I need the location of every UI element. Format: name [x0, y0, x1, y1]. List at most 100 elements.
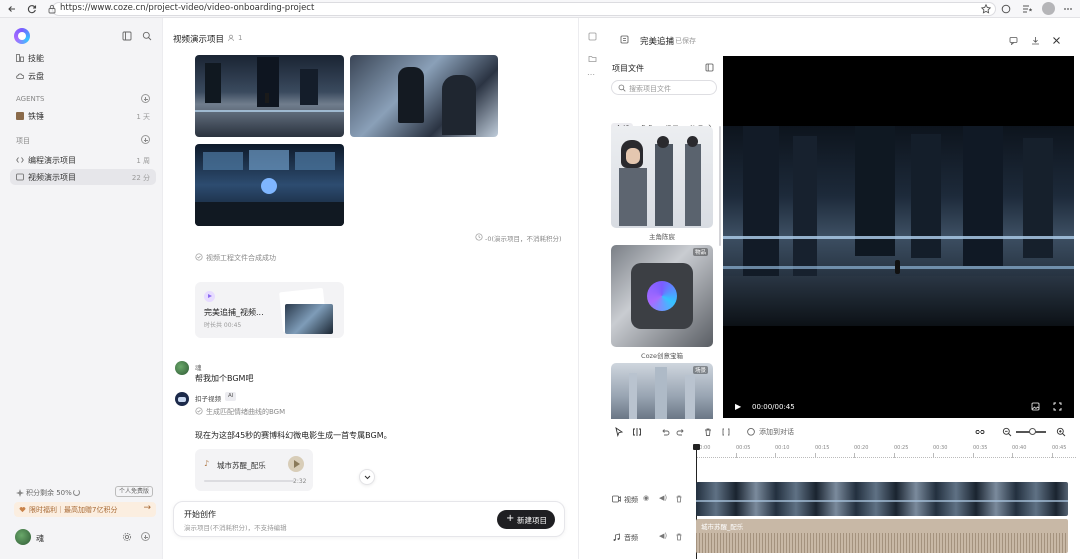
- video-time: 00:00/00:45: [752, 403, 795, 411]
- ruler-tick-label: 00:30: [933, 445, 948, 451]
- music-card[interactable]: ♪ 城市苏醒_配乐 2:32: [195, 449, 313, 491]
- new-project-button[interactable]: + 新建项目: [497, 510, 555, 529]
- more-icon[interactable]: [1062, 3, 1074, 15]
- sidebar-item-meta: 1 天: [136, 112, 150, 121]
- crop-icon[interactable]: [721, 427, 731, 437]
- members-icon: [228, 34, 234, 42]
- scroll-down-button[interactable]: [359, 469, 375, 485]
- composer[interactable]: 开始创作 演示项目(不消耗积分)，不支持编辑 + 新建项目: [173, 501, 565, 537]
- ruler-tick-label: 00:20: [854, 445, 869, 451]
- undo-icon[interactable]: [660, 427, 670, 437]
- sidebar-item-project-video[interactable]: 视频演示项目 22 分: [10, 169, 156, 185]
- eye-icon[interactable]: ◉: [643, 494, 649, 502]
- audio-delete-icon[interactable]: [675, 533, 683, 541]
- promo-banner[interactable]: 限时福利｜最高加赠7亿积分 →: [14, 502, 156, 517]
- audio-clip[interactable]: 城市苏醒_配乐: [696, 519, 1068, 553]
- music-duration: 2:32: [293, 478, 307, 485]
- asset-card-1[interactable]: [611, 126, 713, 228]
- timeline-ruler[interactable]: 00:00 00:05 00:10 00:15 00:20 00:25 00:30 00:35…: [696, 444, 1076, 458]
- video-file-card[interactable]: 完美追捕_视频... 时长共 00:45: [195, 282, 344, 338]
- files-scrollbar[interactable]: [719, 126, 721, 246]
- volume-icon[interactable]: ◀): [659, 494, 667, 502]
- extension-icon[interactable]: [1000, 3, 1012, 15]
- personal-plan-badge[interactable]: 个人免费版: [115, 486, 154, 497]
- ruler-tick-label: 00:10: [775, 445, 790, 451]
- delete-icon[interactable]: [703, 427, 713, 437]
- cost-note: -0(演示项目，不消耗积分): [485, 235, 562, 243]
- promo-text: 限时福利｜最高加赠7亿积分: [29, 506, 118, 514]
- audio-clip-label: 城市苏醒_配乐: [701, 523, 744, 531]
- settings-gear-icon[interactable]: [122, 532, 132, 542]
- video-player[interactable]: ▶ 00:00/00:45: [723, 56, 1074, 418]
- profile-avatar[interactable]: [1042, 2, 1055, 15]
- ruler-tick: [933, 453, 934, 458]
- play-icon[interactable]: ▶: [735, 402, 741, 411]
- select-cursor-icon[interactable]: [614, 427, 624, 437]
- image-icon[interactable]: [1031, 402, 1040, 411]
- sidebar-item-cloud[interactable]: 云盘: [10, 68, 156, 84]
- sidebar-item-label: 视频演示项目: [28, 173, 76, 182]
- favorites-icon[interactable]: [1021, 3, 1033, 15]
- download-icon[interactable]: [1031, 36, 1040, 45]
- sidebar-item-label: 铁锤: [28, 112, 44, 121]
- code-icon: [16, 157, 24, 163]
- comment-icon[interactable]: [1009, 36, 1018, 45]
- track-delete-icon[interactable]: [675, 495, 683, 503]
- files-search-input[interactable]: 搜索项目文件: [611, 80, 717, 95]
- file-icon[interactable]: [588, 32, 597, 41]
- add-to-dialog-label[interactable]: 添加到对话: [759, 427, 794, 437]
- asset-card-3[interactable]: 场景: [611, 363, 713, 419]
- back-icon[interactable]: [6, 3, 18, 15]
- redo-icon[interactable]: [676, 427, 686, 437]
- folder-icon[interactable]: [588, 54, 597, 63]
- zoom-slider-handle[interactable]: [1029, 428, 1036, 435]
- scene-thumbnail-2[interactable]: [350, 55, 498, 137]
- sidebar-item-skills[interactable]: 技能: [10, 50, 156, 66]
- file-card-duration: 时长共 00:45: [204, 322, 242, 329]
- user-avatar[interactable]: [15, 529, 31, 545]
- collapse-panel-icon[interactable]: [705, 63, 714, 72]
- split-icon[interactable]: [632, 427, 642, 437]
- add-icon[interactable]: [141, 532, 150, 541]
- arrow-right-icon: →: [143, 503, 151, 513]
- browser-bar: https://www.coze.cn/project-video/video-…: [0, 0, 1080, 18]
- playhead-handle[interactable]: [693, 444, 700, 450]
- music-progress-bar[interactable]: [204, 480, 294, 482]
- scene-thumbnail-3[interactable]: [195, 144, 344, 226]
- video-frame: [723, 126, 1074, 326]
- coze-logo[interactable]: [14, 28, 30, 44]
- asset-card-2[interactable]: 物品: [611, 245, 713, 347]
- more-dots-icon[interactable]: ⋯: [587, 70, 595, 79]
- sidebar-toggle-icon[interactable]: [122, 31, 132, 41]
- video-track-icon: [612, 495, 621, 503]
- music-play-button[interactable]: [288, 456, 304, 472]
- user-name: 魂: [36, 534, 44, 543]
- zoom-in-icon[interactable]: [1056, 427, 1066, 437]
- sidebar-item-project-coding[interactable]: 编程演示项目 1 周: [10, 152, 156, 168]
- credits-ring-icon: [73, 489, 80, 496]
- ruler-tick: [1012, 453, 1013, 458]
- ruler-tick: [854, 453, 855, 458]
- agents-header: AGENTS: [16, 95, 45, 103]
- video-clip[interactable]: [696, 482, 1068, 516]
- add-agent-icon[interactable]: [141, 94, 150, 103]
- link-icon[interactable]: [975, 427, 985, 437]
- scene-thumbnail-1[interactable]: [195, 55, 344, 137]
- chat-bubble-icon[interactable]: [746, 427, 756, 437]
- ruler-tick-label: 00:45: [1052, 445, 1067, 451]
- audio-volume-icon[interactable]: ◀): [659, 532, 667, 540]
- reload-icon[interactable]: [26, 3, 38, 15]
- ruler-tick-label: 00:25: [894, 445, 909, 451]
- add-project-icon[interactable]: [141, 135, 150, 144]
- status-merge-text: 视频工程文件合成成功: [206, 254, 276, 262]
- url-text: https://www.coze.cn/project-video/video-…: [60, 3, 315, 13]
- sidebar-item-agent[interactable]: 铁锤 1 天: [10, 108, 156, 124]
- play-icon: [204, 291, 215, 302]
- zoom-out-icon[interactable]: [1002, 427, 1012, 437]
- editor-title: 完美追捕: [640, 37, 675, 47]
- fullscreen-icon[interactable]: [1053, 402, 1062, 411]
- star-icon[interactable]: [980, 3, 992, 15]
- close-icon[interactable]: [1052, 36, 1061, 45]
- search-icon[interactable]: [142, 31, 152, 41]
- ruler-tick-label: 00:35: [973, 445, 988, 451]
